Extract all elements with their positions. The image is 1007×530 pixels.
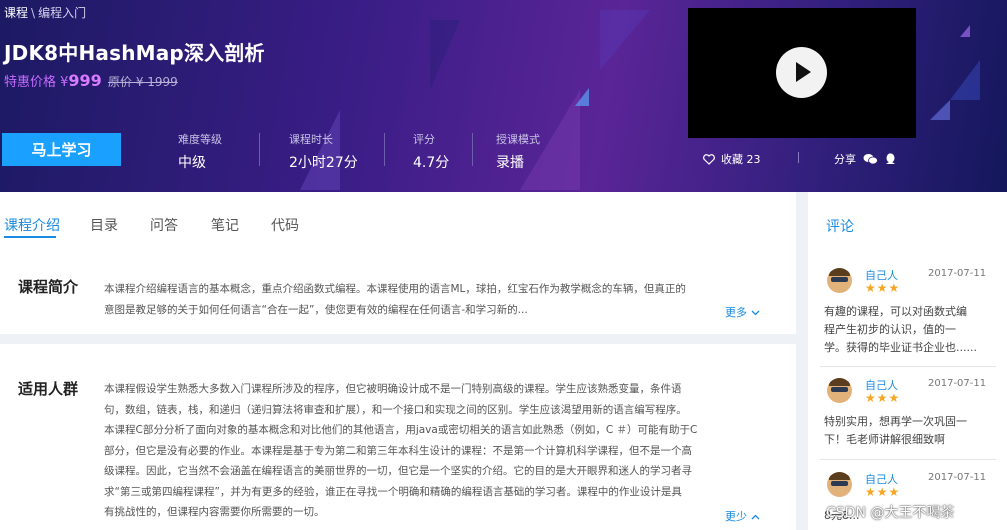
audience-line: 有挑战性的，但课程内容需要你所需要的一切。 (104, 506, 325, 518)
comments-title: 评论 (826, 219, 854, 235)
stat-value: 中级 (178, 155, 206, 171)
stat-divider (384, 133, 385, 166)
audience-title: 适用人群 (18, 380, 79, 398)
comment-divider (820, 366, 996, 367)
intro-more-label: 更多 (725, 306, 747, 319)
share-label: 分享 (834, 153, 856, 166)
breadcrumb: 课程 \ 编程入门 (4, 4, 86, 21)
comment-text: 特别实用，想再学一次巩固一 下！毛老师讲解很细致啊 (824, 413, 1002, 449)
audience-line: 本课程C部分分析了面向对象的基本概念和对比他们的其他语言，用java或密切相关的… (104, 424, 698, 436)
comment-stars: ★★★ (865, 485, 901, 499)
comment-divider (820, 459, 996, 460)
wechat-icon[interactable] (863, 153, 878, 165)
comment-line: 程产生初步的认识，值的一 (824, 323, 956, 336)
heart-icon (703, 153, 715, 165)
intro-line: 意图是教足够的关于如何任何语言“合在一起”，使您更有效的编程在任何语言-和学习新… (104, 303, 528, 316)
comment-date: 2017-07-11 (928, 472, 987, 483)
sale-price: 特惠价格 ¥999 (4, 71, 102, 90)
tab-catalog[interactable]: 目录 (90, 215, 118, 235)
comment-text: 有趣的课程，可以对函数式编 程产生初步的认识，值的一 学。获得的毕业证书企业也.… (824, 303, 1002, 357)
favorite-label: 收藏 23 (721, 153, 761, 166)
stat-value: 录播 (496, 155, 524, 171)
audience-less-label: 更少 (725, 510, 747, 523)
avatar[interactable] (827, 268, 852, 293)
tab-course-intro[interactable]: 课程介绍 (4, 215, 60, 235)
sale-price-value: 999 (68, 71, 102, 90)
play-icon[interactable] (776, 47, 827, 98)
favorite-button[interactable]: 收藏 23 (703, 151, 761, 167)
comment-line: 学。获得的毕业证书企业也...... (824, 341, 977, 354)
audience-line: 求“第三或第四编程课程”，并为有更多的经验，谁正在寻找一个明确和精确的编程语言基… (104, 485, 682, 498)
stat-rating: 评分 4.7分 (413, 131, 449, 172)
tab-qa[interactable]: 问答 (150, 215, 178, 235)
avatar[interactable] (827, 472, 852, 497)
comment-line: 有趣的课程，可以对函数式编 (824, 305, 967, 318)
tab-notes[interactable]: 笔记 (211, 215, 239, 235)
course-title: JDK8中HashMap深入剖析 (4, 41, 265, 65)
stat-divider (472, 133, 473, 166)
comment-date: 2017-07-11 (928, 378, 987, 389)
avatar[interactable] (827, 378, 852, 403)
stat-label: 评分 (413, 133, 435, 146)
stat-value: 4.7分 (413, 155, 450, 171)
breadcrumb-separator: \ (31, 6, 36, 20)
breadcrumb-current[interactable]: 编程入门 (38, 6, 86, 20)
audience-line: 本课程假设学生熟悉大多数入门课程所涉及的程序，但它被明确设计成不是一门特别高级的… (104, 383, 682, 395)
qq-icon[interactable] (885, 152, 896, 166)
sale-price-label: 特惠价格 ¥ (4, 75, 69, 90)
tabs-bar (0, 192, 796, 250)
comment-date: 2017-07-11 (928, 268, 987, 279)
intro-line: 本课程介绍编程语言的基本概念，重点介绍函数式编程。本课程使用的语言ML，球拍，红… (104, 283, 686, 295)
intro-more-link[interactable]: 更多 (725, 304, 760, 320)
start-learning-button[interactable]: 马上学习 (2, 133, 121, 166)
chevron-down-icon (751, 310, 759, 316)
stat-divider (259, 133, 260, 166)
tab-code[interactable]: 代码 (271, 215, 299, 235)
breadcrumb-root[interactable]: 课程 (4, 6, 28, 20)
watermark: CSDN @大王不喝茶 (826, 505, 955, 521)
stat-duration: 课程时长 2小时27分 (289, 131, 358, 172)
comment-line: 下！毛老师讲解很细致啊 (824, 433, 945, 446)
comment-stars: ★★★ (865, 391, 901, 405)
stat-label: 课程时长 (289, 133, 333, 146)
comment-stars: ★★★ (865, 281, 901, 295)
intro-title: 课程简介 (18, 278, 79, 296)
stat-value: 2小时27分 (289, 155, 358, 171)
audience-line: 句，数组，链表，栈，和递归（递归算法将审查和扩展），和一个接口和实现之间的区别。… (104, 403, 687, 416)
original-price: 原价 ¥ 1999 (108, 75, 178, 89)
stat-label: 难度等级 (178, 133, 222, 146)
audience-text: 本课程假设学生熟悉大多数入门课程所涉及的程序，但它被明确设计成不是一门特别高级的… (104, 379, 784, 523)
action-divider (798, 152, 799, 163)
audience-line: 部分，但它是没有必要的作业。本课程是基于专为第二和第三年本科生设计的课程：不是第… (104, 444, 692, 457)
intro-text: 本课程介绍编程语言的基本概念，重点介绍函数式编程。本课程使用的语言ML，球拍，红… (104, 279, 784, 320)
audience-line: 级课程。因此，它当然不会涵盖在编程语言的美丽世界的一切，但它是一个坚实的介绍。它… (104, 465, 692, 477)
stat-difficulty: 难度等级 中级 (178, 131, 222, 172)
audience-less-link[interactable]: 更少 (725, 508, 760, 524)
comment-line: 特别实用，想再学一次巩固一 (824, 415, 967, 428)
chevron-up-icon (751, 514, 759, 520)
stat-mode: 授课模式 录播 (496, 131, 540, 172)
active-tab-underline (4, 236, 56, 238)
stat-label: 授课模式 (496, 133, 540, 146)
share-group: 分享 (834, 151, 896, 167)
